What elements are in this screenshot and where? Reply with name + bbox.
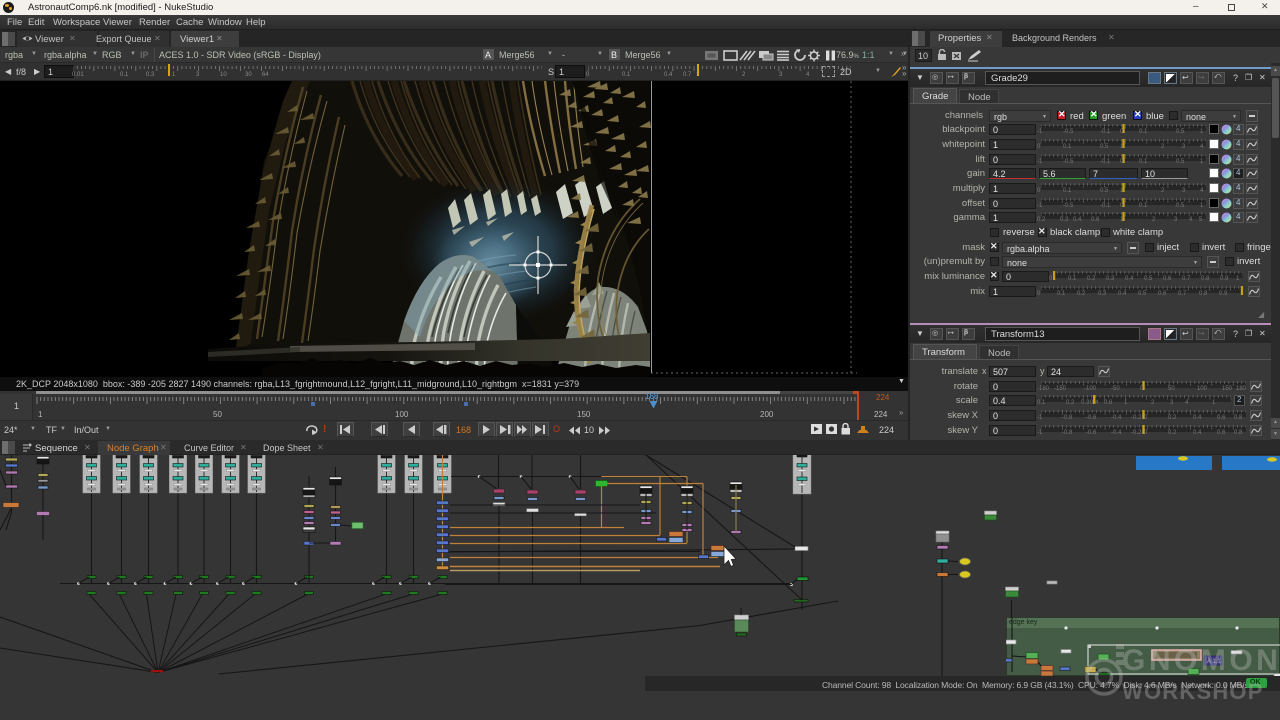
svg-text:WORKSHOP: WORKSHOP (1122, 679, 1264, 704)
svg-text:GNOMON: GNOMON (1122, 644, 1280, 677)
